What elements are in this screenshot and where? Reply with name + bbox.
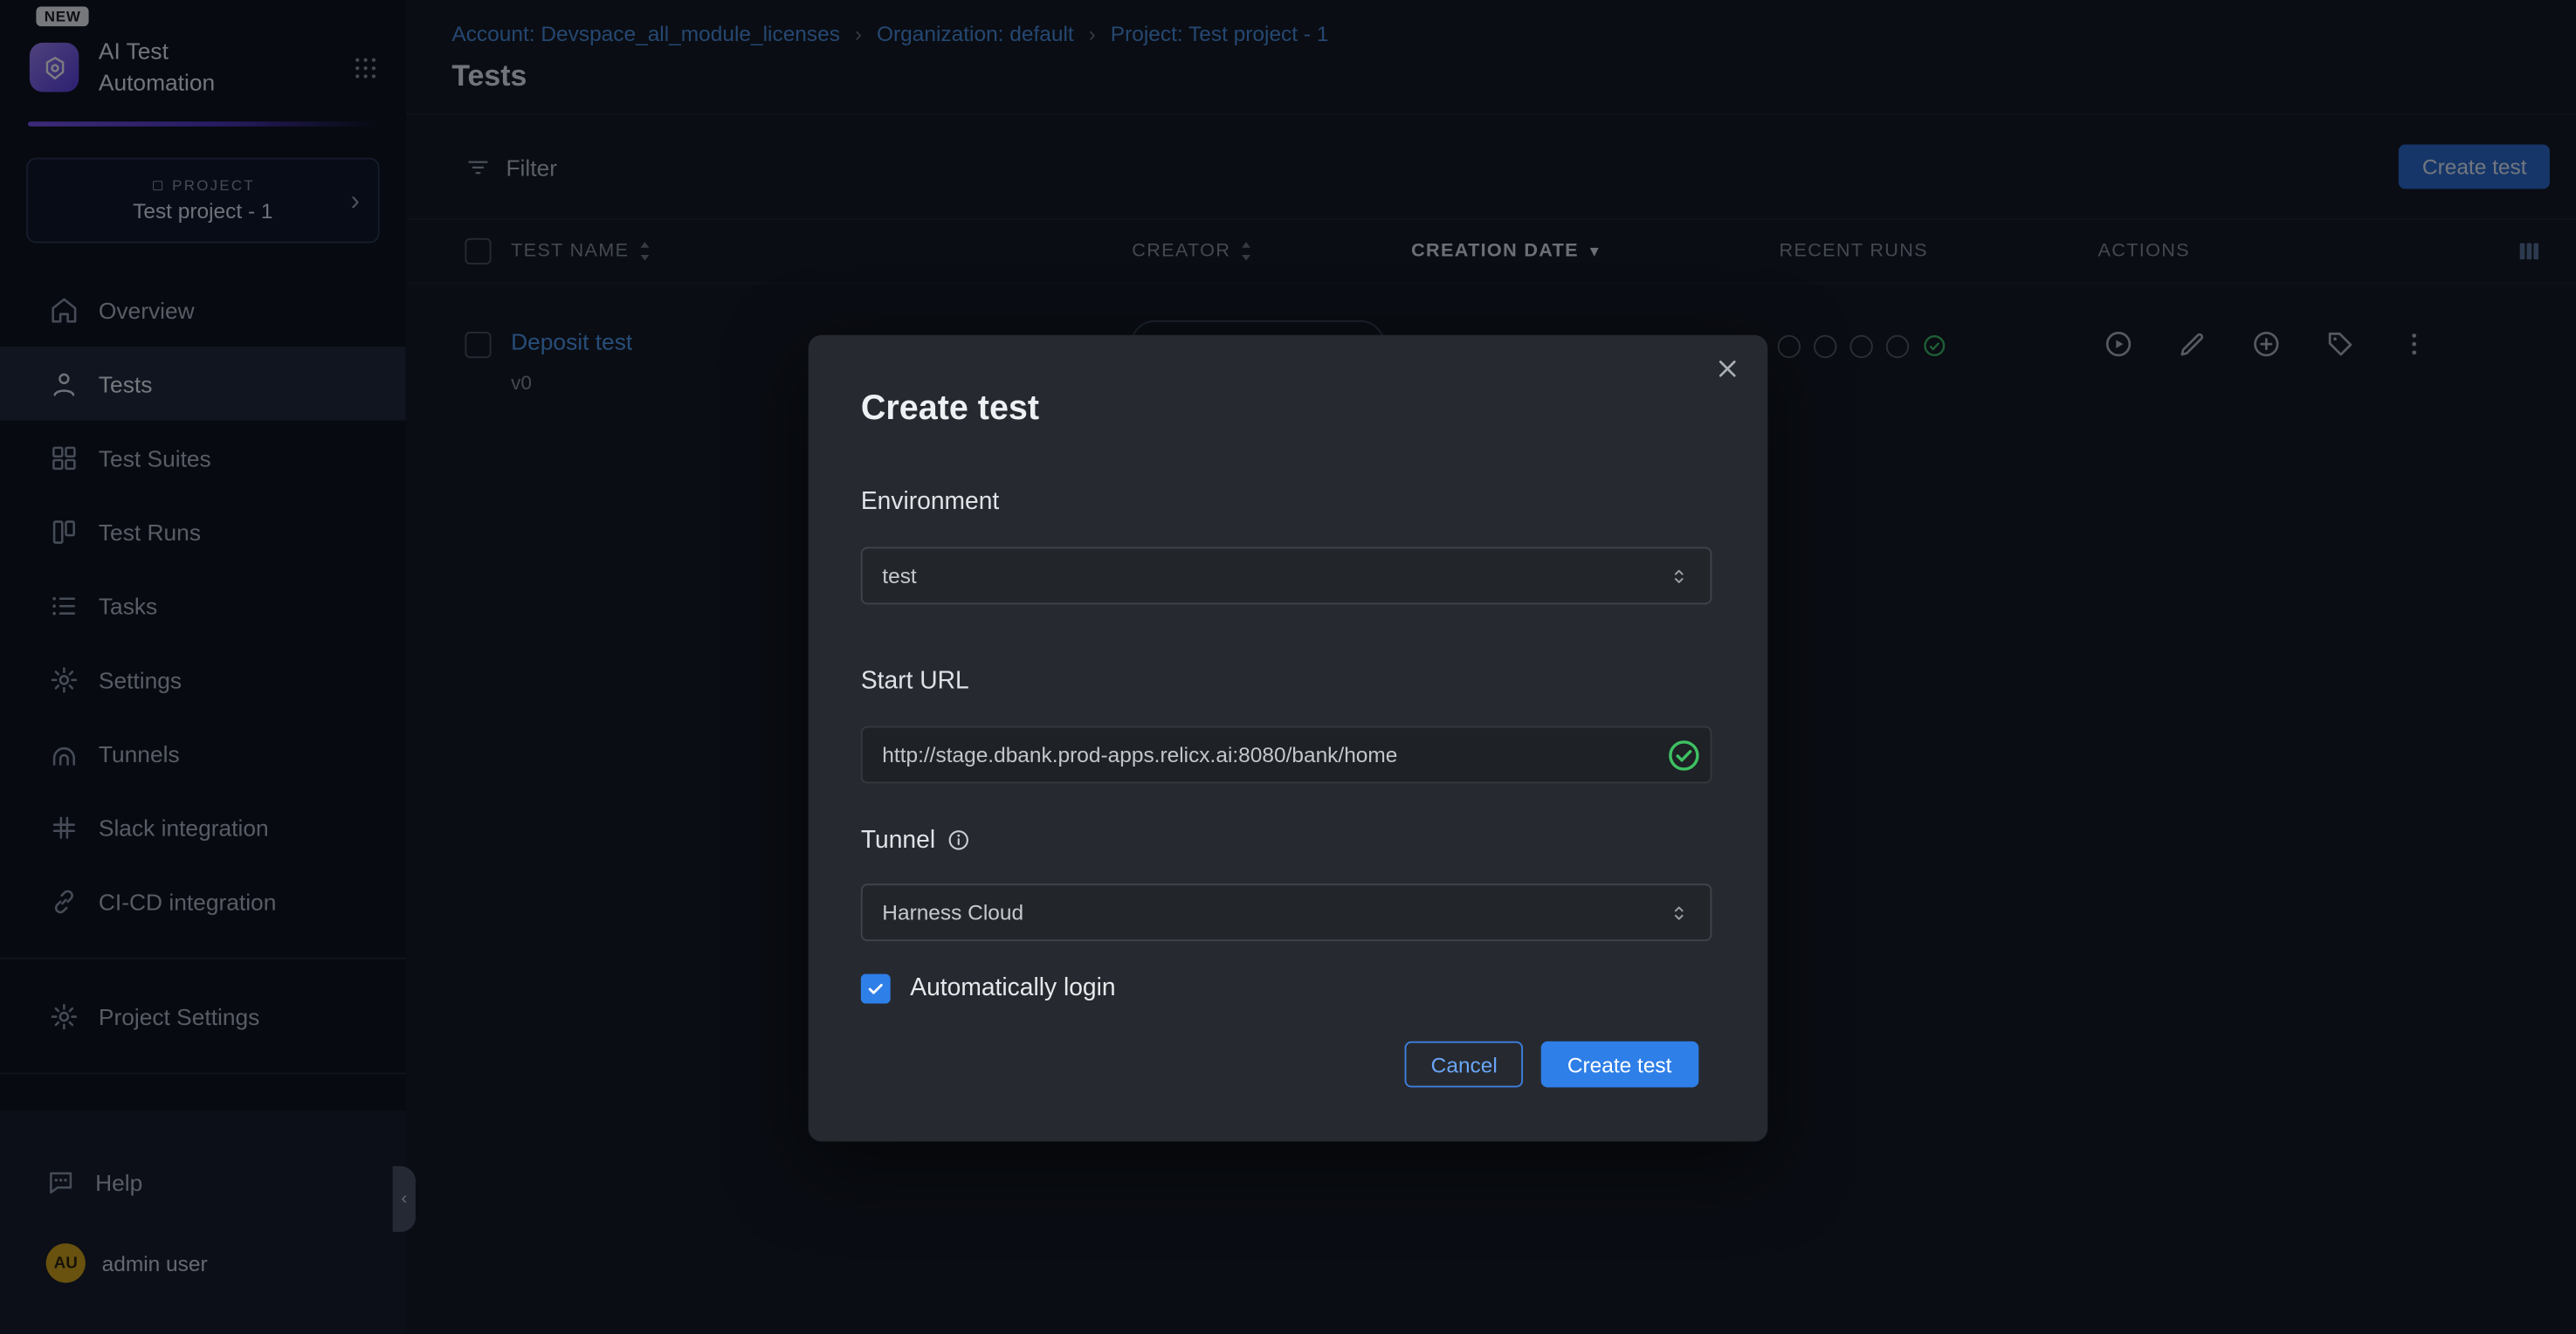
create-test-modal: Create test Environment test Start URL T… <box>809 335 1768 1142</box>
tunnel-select[interactable]: Harness Cloud <box>861 884 1712 941</box>
valid-check-icon <box>1666 738 1702 774</box>
cancel-button[interactable]: Cancel <box>1405 1042 1524 1088</box>
environment-select[interactable]: test <box>861 547 1712 604</box>
tunnel-value: Harness Cloud <box>882 900 1023 925</box>
modal-title: Create test <box>861 389 1039 429</box>
auto-login-checkbox[interactable] <box>861 974 891 1004</box>
environment-value: test <box>882 563 916 588</box>
start-url-input[interactable] <box>861 726 1712 784</box>
auto-login-label: Automatically login <box>910 974 1115 1002</box>
close-icon[interactable] <box>1713 354 1741 382</box>
modal-create-test-button[interactable]: Create test <box>1541 1042 1698 1088</box>
tunnel-label: Tunnel <box>861 826 972 854</box>
start-url-label: Start URL <box>861 667 969 695</box>
environment-label: Environment <box>861 488 999 516</box>
check-icon <box>865 979 885 999</box>
info-icon[interactable] <box>947 828 971 852</box>
app-window: NEW AI Test Automation PROJECT <box>0 0 2576 1334</box>
select-chevrons-icon <box>1668 564 1691 587</box>
select-chevrons-icon <box>1668 901 1691 924</box>
